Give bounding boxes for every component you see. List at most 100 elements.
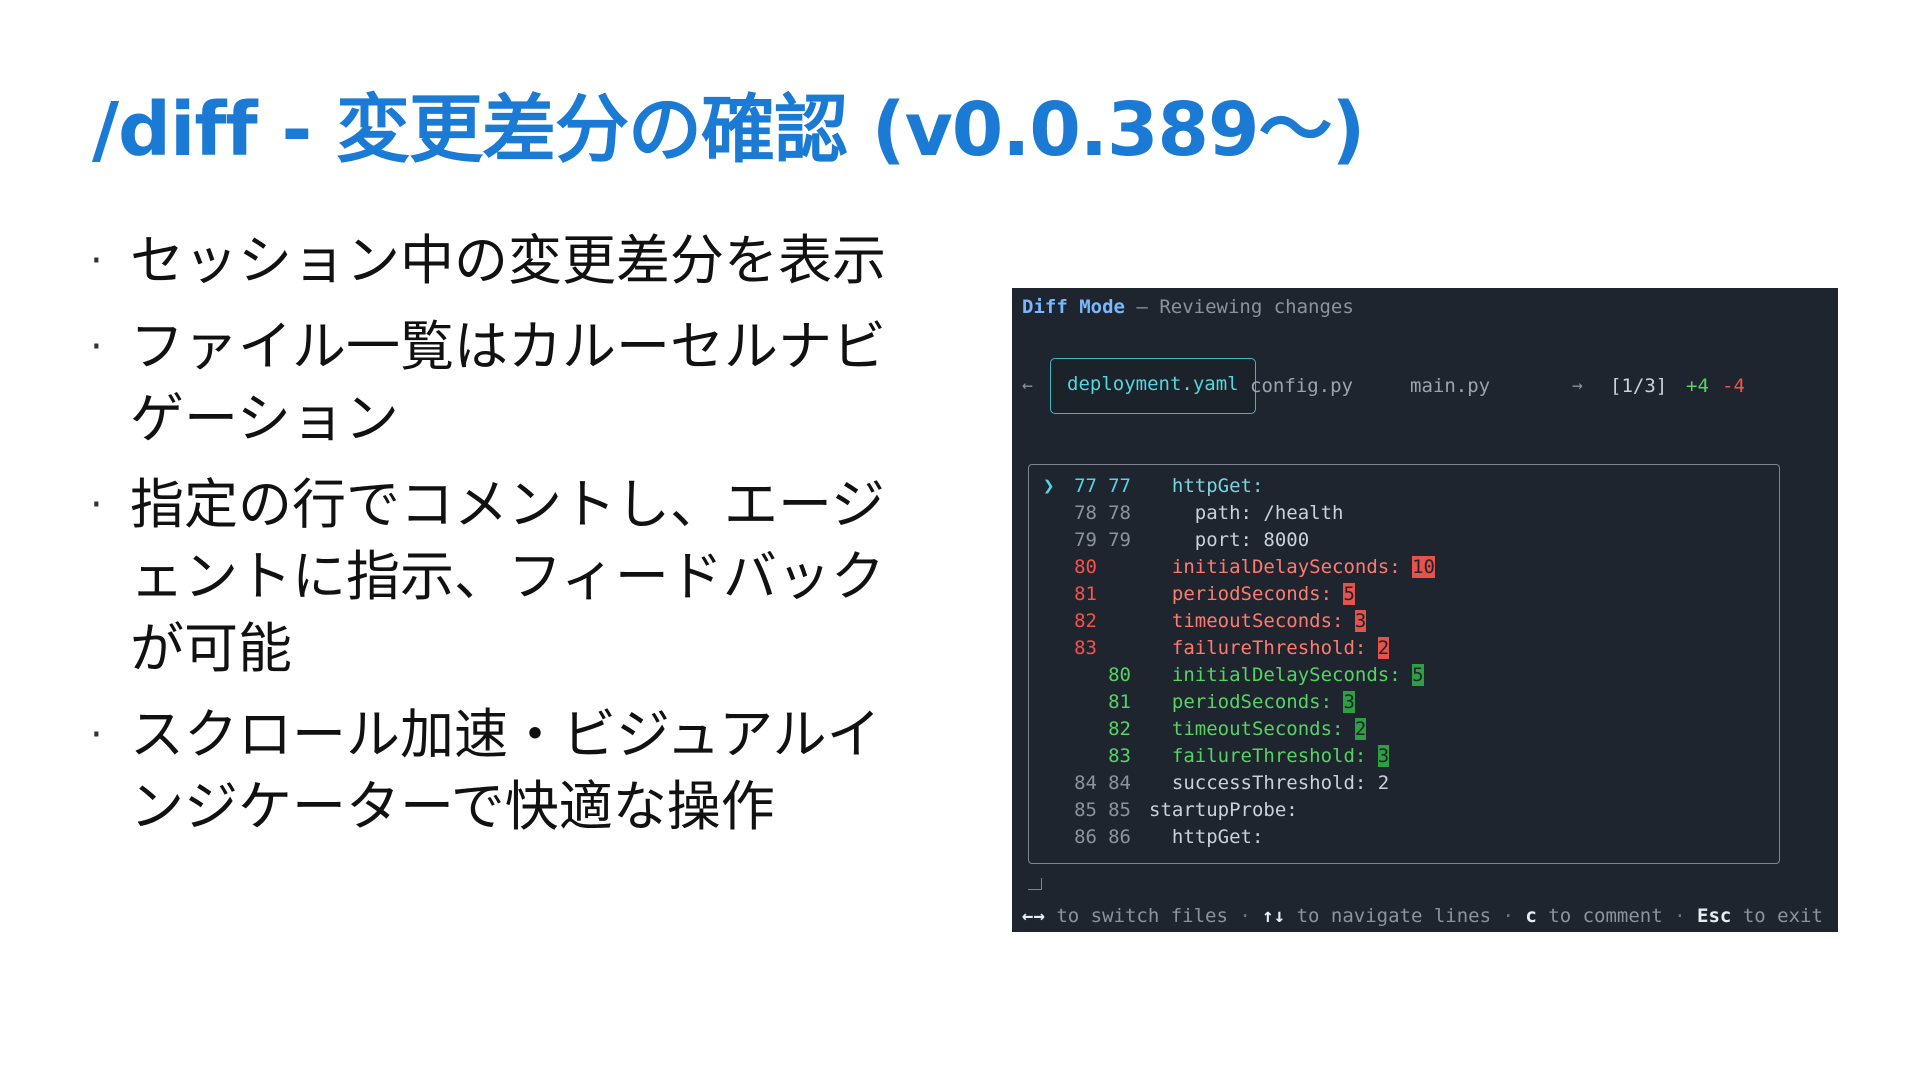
new-line-number: 77 <box>1108 475 1131 497</box>
bullet-dot-icon: · <box>90 238 103 284</box>
code-content: httpGet: <box>1149 475 1264 497</box>
new-line-number: 81 <box>1108 691 1131 713</box>
bullet-text: ファイル一覧はカルーセルナビゲーション <box>130 315 886 450</box>
mode-description: Reviewing changes <box>1159 296 1354 318</box>
new-line-number: 85 <box>1108 799 1131 821</box>
new-line-number: 84 <box>1108 772 1131 794</box>
code-text: startupProbe: <box>1149 797 1298 824</box>
code-text: httpGet: <box>1149 824 1264 851</box>
old-line-number: 80 <box>1074 556 1097 578</box>
new-line-number: 78 <box>1108 502 1131 524</box>
diff-line[interactable]: 83 failureThreshold: 2 <box>1029 635 1779 662</box>
code-text: periodSeconds: 3 <box>1149 689 1355 716</box>
code-content: startupProbe: <box>1149 799 1298 821</box>
code-content: initialDelaySeconds: <box>1149 556 1413 578</box>
diff-line[interactable]: 85 85 startupProbe: <box>1029 797 1779 824</box>
code-content: periodSeconds: <box>1149 691 1344 713</box>
mode-label: Diff Mode <box>1022 296 1125 318</box>
diff-line[interactable]: 80 initialDelaySeconds: 10 <box>1029 554 1779 581</box>
hint-separator: · <box>1674 905 1686 927</box>
code-content: timeoutSeconds: <box>1149 718 1355 740</box>
new-line-number: 79 <box>1108 529 1131 551</box>
diff-line[interactable]: 80 initialDelaySeconds: 5 <box>1029 662 1779 689</box>
line-cursor-icon: ❯ <box>1043 475 1055 497</box>
old-line-number: 79 <box>1074 529 1097 551</box>
diff-line[interactable]: 79 79 port: 8000 <box>1029 527 1779 554</box>
diff-line[interactable]: 82 timeoutSeconds: 3 <box>1029 608 1779 635</box>
diff-view[interactable]: ❯ 77 77 httpGet: 78 78 path: /health 79 79 por… <box>1028 464 1780 864</box>
removed-value: 3 <box>1354 610 1367 632</box>
bullet-text: 指定の行でコメントし、エージェントに指示、フィードバックが可能 <box>130 473 885 680</box>
code-content: successThreshold: 2 <box>1149 772 1390 794</box>
added-value: 3 <box>1377 745 1390 767</box>
exit-hint: to exit <box>1731 905 1823 927</box>
bullet-dot-icon: · <box>90 712 103 758</box>
diff-mode-header: Diff Mode – Reviewing changes <box>1022 296 1354 318</box>
old-line-number: 86 <box>1074 826 1097 848</box>
diff-line[interactable]: 84 84 successThreshold: 2 <box>1029 770 1779 797</box>
hint-separator: · <box>1239 905 1251 927</box>
mode-separator: – <box>1136 296 1148 318</box>
diff-line[interactable]: 81 periodSeconds: 3 <box>1029 689 1779 716</box>
bullet-item: · 指定の行でコメントし、エージェントに指示、フィードバックが可能 <box>90 469 930 685</box>
old-line-number: 85 <box>1074 799 1097 821</box>
hint-separator: · <box>1502 905 1514 927</box>
frame-corner <box>1028 878 1042 890</box>
code-text: initialDelaySeconds: 5 <box>1149 662 1424 689</box>
terminal-window[interactable]: Diff Mode – Reviewing changes ← deployme… <box>1012 288 1838 932</box>
comment-hint: to comment <box>1536 905 1675 927</box>
diff-line[interactable]: 86 86 httpGet: <box>1029 824 1779 851</box>
removed-value: 2 <box>1377 637 1390 659</box>
old-line-number: 77 <box>1074 475 1097 497</box>
tab-main-py[interactable]: main.py <box>1410 358 1490 414</box>
code-content: path: /health <box>1149 502 1344 524</box>
prev-file-arrow-icon[interactable]: ← <box>1022 358 1033 414</box>
old-line-number: 81 <box>1074 583 1097 605</box>
code-text: failureThreshold: 3 <box>1149 743 1390 770</box>
next-file-arrow-icon[interactable]: → <box>1572 358 1583 414</box>
old-line-number: 83 <box>1074 637 1097 659</box>
code-text: successThreshold: 2 <box>1149 770 1389 797</box>
file-carousel: ← deployment.yaml config.py main.py → [1… <box>1012 358 1838 414</box>
bullet-dot-icon: · <box>90 482 103 528</box>
diff-line[interactable]: ❯ 77 77 httpGet: <box>1029 473 1779 500</box>
code-content: httpGet: <box>1149 826 1264 848</box>
diff-line[interactable]: 83 failureThreshold: 3 <box>1029 743 1779 770</box>
diff-line[interactable]: 78 78 path: /health <box>1029 500 1779 527</box>
diff-line[interactable]: 81 periodSeconds: 5 <box>1029 581 1779 608</box>
slide-title: /diff - 変更差分の確認 (v0.0.389～) <box>92 87 1365 173</box>
bullet-list: · セッション中の変更差分を表示 · ファイル一覧はカルーセルナビゲーション ·… <box>90 225 930 857</box>
file-counter: [1/3] <box>1610 375 1668 397</box>
code-content: port: 8000 <box>1149 529 1310 551</box>
bullet-item: · セッション中の変更差分を表示 <box>90 225 930 297</box>
code-text: httpGet: <box>1149 473 1264 500</box>
code-content: timeoutSeconds: <box>1149 610 1355 632</box>
old-line-number: 78 <box>1074 502 1097 524</box>
bullet-item: · ファイル一覧はカルーセルナビゲーション <box>90 311 930 455</box>
new-line-number: 83 <box>1108 745 1131 767</box>
old-line-number: 82 <box>1074 610 1097 632</box>
diff-line[interactable]: 82 timeoutSeconds: 2 <box>1029 716 1779 743</box>
code-content: failureThreshold: <box>1149 637 1378 659</box>
removed-count: -4 <box>1722 375 1745 397</box>
navigate-hint: to navigate lines <box>1285 905 1503 927</box>
removed-value: 5 <box>1343 583 1355 605</box>
removed-value: 10 <box>1412 556 1435 578</box>
navigate-key: ↑↓ <box>1262 905 1286 927</box>
added-value: 5 <box>1412 664 1424 686</box>
code-text: port: 8000 <box>1149 527 1309 554</box>
new-line-number: 82 <box>1108 718 1131 740</box>
new-line-number: 80 <box>1108 664 1131 686</box>
added-value: 3 <box>1343 691 1355 713</box>
code-content: initialDelaySeconds: <box>1149 664 1413 686</box>
comment-key: c <box>1525 905 1537 927</box>
code-text: path: /health <box>1149 500 1344 527</box>
bullet-dot-icon: · <box>90 324 103 370</box>
bullet-text: スクロール加速・ビジュアルインジケーターで快適な操作 <box>130 703 881 838</box>
added-count: +4 <box>1686 375 1709 397</box>
code-content: periodSeconds: <box>1149 583 1344 605</box>
keybinding-hints: ←→ to switch files · ↑↓ to navigate line… <box>1022 905 1823 927</box>
tab-config-py[interactable]: config.py <box>1250 358 1353 414</box>
switch-hint: to switch files <box>1044 905 1240 927</box>
tab-deployment-yaml[interactable]: deployment.yaml <box>1050 358 1256 414</box>
